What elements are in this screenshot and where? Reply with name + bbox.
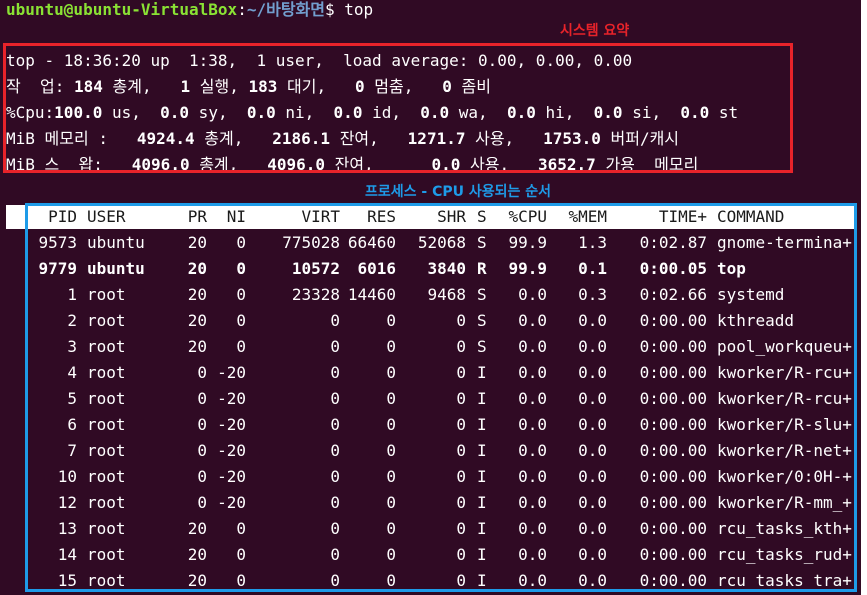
shell-prompt-line: ubuntu@ubuntu-VirtualBox:~/바탕화면$ top bbox=[6, 0, 373, 20]
system-summary-highlight-box bbox=[3, 43, 793, 173]
process-list-label: 프로세스 - CPU 사용되는 순서 bbox=[365, 184, 552, 200]
prompt-symbol: $ bbox=[324, 0, 345, 19]
prompt-user-host: ubuntu@ubuntu-VirtualBox bbox=[6, 0, 238, 19]
process-list-highlight-box bbox=[25, 203, 857, 592]
prompt-separator: : bbox=[237, 0, 247, 19]
system-summary-label: 시스템 요약 bbox=[560, 23, 630, 39]
terminal-window[interactable]: ubuntu@ubuntu-VirtualBox:~/바탕화면$ top 시스템… bbox=[0, 0, 861, 595]
prompt-command: top bbox=[344, 0, 374, 19]
prompt-path: ~/바탕화면 bbox=[246, 0, 325, 19]
